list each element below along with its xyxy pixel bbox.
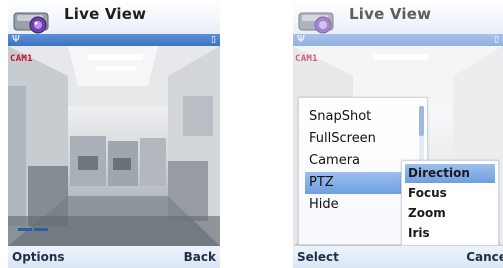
cancel-softkey[interactable]: Cancel (466, 250, 503, 264)
menu-item-hide[interactable]: Hide (305, 194, 415, 216)
submenu-item-iris[interactable]: Iris (405, 224, 495, 243)
screen-title: Live View (349, 5, 432, 23)
camera-label: CAM1 (10, 54, 33, 64)
title-bar: Live View (8, 0, 220, 34)
menu-item-fullscreen[interactable]: FullScreen (305, 128, 415, 150)
menu-item-snapshot[interactable]: SnapShot (305, 106, 415, 128)
camera-icon (13, 12, 49, 34)
softkey-bar: Options Back (8, 246, 220, 268)
screen-title: Live View (64, 5, 147, 23)
submenu-item-zoom[interactable]: Zoom (405, 204, 495, 223)
battery-icon: ▯ (494, 35, 499, 45)
office-scene (8, 46, 220, 246)
ptz-submenu: Direction Focus Zoom Iris (401, 160, 499, 246)
submenu-item-focus[interactable]: Focus (405, 184, 495, 203)
options-softkey[interactable]: Options (12, 250, 65, 264)
select-softkey[interactable]: Select (297, 250, 339, 264)
live-video-feed[interactable]: CAM1 (8, 46, 220, 246)
right-phone-screen: Live View Ψ ▯ CAM1 SnapShot FullScreen C… (293, 0, 503, 268)
title-bar: Live View (293, 0, 503, 34)
signal-icon: Ψ (12, 34, 20, 45)
menu-item-camera[interactable]: Camera (305, 150, 415, 172)
menu-scroll-thumb[interactable] (419, 106, 424, 136)
back-softkey[interactable]: Back (184, 250, 216, 264)
softkey-bar: Select Cancel (293, 246, 503, 268)
submenu-item-direction[interactable]: Direction (405, 164, 495, 183)
menu-item-ptz[interactable]: PTZ (305, 172, 415, 194)
left-phone-screen: Live View Ψ ▯ CAM1 Options Back (8, 0, 220, 268)
status-strip: Ψ ▯ (8, 34, 220, 46)
status-strip: Ψ ▯ (293, 34, 503, 46)
battery-icon: ▯ (211, 35, 216, 45)
camera-label: CAM1 (295, 54, 318, 64)
camera-icon (298, 12, 334, 34)
signal-icon: Ψ (297, 34, 305, 45)
